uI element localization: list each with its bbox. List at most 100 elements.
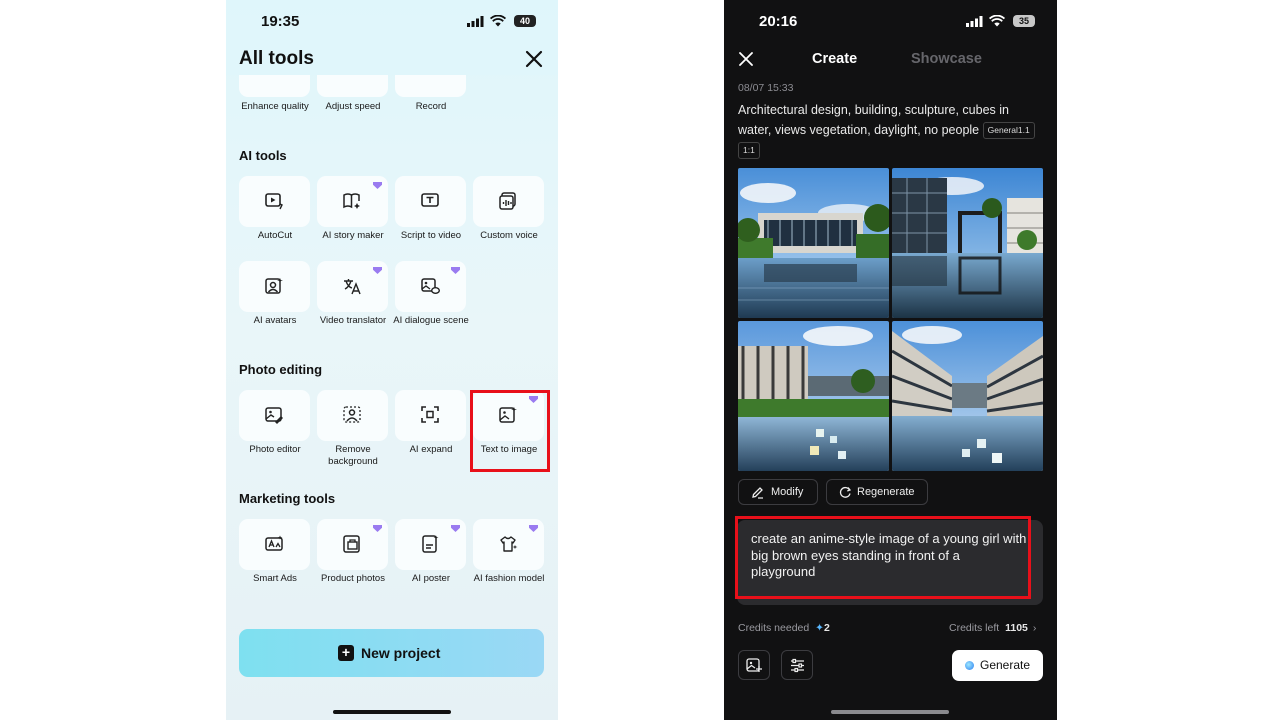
settings-button[interactable] [781, 650, 813, 680]
poster-icon [422, 535, 439, 553]
fashion-icon [500, 536, 518, 552]
status-time: 20:16 [759, 13, 798, 30]
tool-tile-photo-editor[interactable] [239, 390, 310, 441]
signal-icon [467, 16, 484, 27]
translate-icon [344, 279, 361, 295]
modify-label: Modify [771, 486, 804, 498]
tool-label: Enhance quality [241, 101, 309, 112]
autocut-icon [265, 193, 283, 210]
tool-tile-script-to-video[interactable] [395, 176, 466, 227]
tool-label: Product photos [321, 573, 385, 584]
tool-tile-ai-avatars[interactable] [239, 261, 310, 312]
close-icon[interactable] [524, 49, 544, 69]
tool-label: AI poster [411, 573, 451, 584]
tab-showcase[interactable]: Showcase [911, 51, 982, 67]
premium-gem-icon [373, 267, 382, 274]
tool-label: Photo editor [249, 444, 301, 455]
generated-image-3[interactable] [738, 321, 889, 471]
ads-icon [265, 535, 283, 551]
status-bar: 19:35 40 [226, 12, 558, 32]
refresh-icon [839, 486, 852, 498]
wifi-icon [490, 15, 506, 27]
tool-tile-ai-dialogue-scene[interactable] [395, 261, 466, 312]
signal-icon [966, 16, 983, 27]
premium-gem-icon [451, 525, 460, 532]
tab-create[interactable]: Create [812, 51, 857, 67]
ratio-chip: 1:1 [738, 142, 760, 160]
dialogue-icon [421, 278, 440, 294]
chevron-right-icon: › [1032, 622, 1037, 634]
model-chip: General1.1 [982, 122, 1035, 140]
orb-icon [965, 661, 974, 670]
credits-left[interactable]: Credits left 1105 › [949, 622, 1036, 634]
new-project-label: New project [361, 645, 441, 661]
voice-icon [499, 192, 516, 210]
add-image-button[interactable] [738, 650, 770, 680]
tool-tile-ai-expand[interactable] [395, 390, 466, 441]
create-screen: 20:16 35 Create Showcase 08/07 15:33 Arc… [724, 0, 1057, 720]
highlight-box-prompt-input [735, 516, 1031, 599]
tool-tile-custom-voice[interactable] [473, 176, 544, 227]
home-indicator [333, 710, 451, 714]
plus-icon: + [338, 645, 354, 661]
status-bar: 20:16 35 [724, 12, 1057, 32]
home-indicator [831, 710, 949, 714]
modify-button[interactable]: Modify [738, 479, 818, 505]
tool-tile-product-photos[interactable] [317, 519, 388, 570]
highlight-box-text-to-image [470, 390, 550, 472]
tool-tile-autocut[interactable] [239, 176, 310, 227]
story-icon [343, 193, 360, 209]
premium-gem-icon [529, 525, 538, 532]
product-icon [343, 535, 360, 553]
tool-label: AI fashion model [473, 573, 545, 584]
all-tools-screen: 19:35 40 All tools All tools Enhance qua… [226, 0, 558, 720]
tool-label: Video translator [319, 315, 387, 326]
image-add-icon [746, 658, 762, 672]
section-title-ai-tools: AI tools [239, 148, 287, 163]
credits-left-label: Credits left [949, 622, 1000, 634]
status-time: 19:35 [261, 13, 300, 30]
tool-tile-video-translator[interactable] [317, 261, 388, 312]
generate-label: Generate [980, 658, 1031, 672]
generated-image-4[interactable] [892, 321, 1043, 471]
expand-icon [421, 406, 439, 423]
battery-icon: 40 [514, 15, 536, 27]
premium-gem-icon [373, 525, 382, 532]
tool-tile-remove-background[interactable] [317, 390, 388, 441]
tool-label: AI dialogue scene [393, 315, 469, 326]
page-title: All tools [239, 48, 314, 69]
photo-edit-icon [265, 407, 283, 424]
premium-gem-icon [451, 267, 460, 274]
generated-image-1[interactable] [738, 168, 889, 318]
avatar-icon [265, 278, 283, 294]
regenerate-button[interactable]: Regenerate [826, 479, 928, 505]
script-icon [421, 193, 439, 207]
generate-button[interactable]: Generate [952, 650, 1043, 681]
tool-label: Custom voice [480, 230, 538, 241]
new-project-button[interactable]: + New project [239, 629, 544, 677]
tool-tile-ai-story-maker[interactable] [317, 176, 388, 227]
tool-label: AI expand [409, 444, 453, 455]
pencil-icon [752, 487, 763, 499]
tool-label: Remove background [328, 444, 378, 467]
tool-tile-smart-ads[interactable] [239, 519, 310, 570]
close-icon[interactable] [739, 52, 753, 66]
sliders-icon [791, 658, 804, 673]
wifi-icon [989, 15, 1005, 27]
tool-tile-ai-fashion-model[interactable] [473, 519, 544, 570]
tool-label: AI story maker [322, 230, 384, 241]
credits-left-value: 1105 [1005, 622, 1028, 634]
prompt-text: Architectural design, building, sculptur… [738, 100, 1043, 160]
credits-needed-value: 2 [823, 622, 830, 634]
prompt-text-content: Architectural design, building, sculptur… [738, 103, 1009, 137]
tool-tile-ai-poster[interactable] [395, 519, 466, 570]
tool-label: Adjust speed [325, 101, 381, 112]
section-title-photo-editing: Photo editing [239, 362, 323, 377]
generated-image-2[interactable] [892, 168, 1043, 318]
tool-label: AI avatars [253, 315, 297, 326]
tool-label: AutoCut [257, 230, 293, 241]
credits-needed-label: Credits needed [738, 622, 810, 634]
remove-bg-icon [343, 406, 361, 423]
regenerate-label: Regenerate [857, 486, 915, 498]
tool-label: Record [415, 101, 447, 112]
